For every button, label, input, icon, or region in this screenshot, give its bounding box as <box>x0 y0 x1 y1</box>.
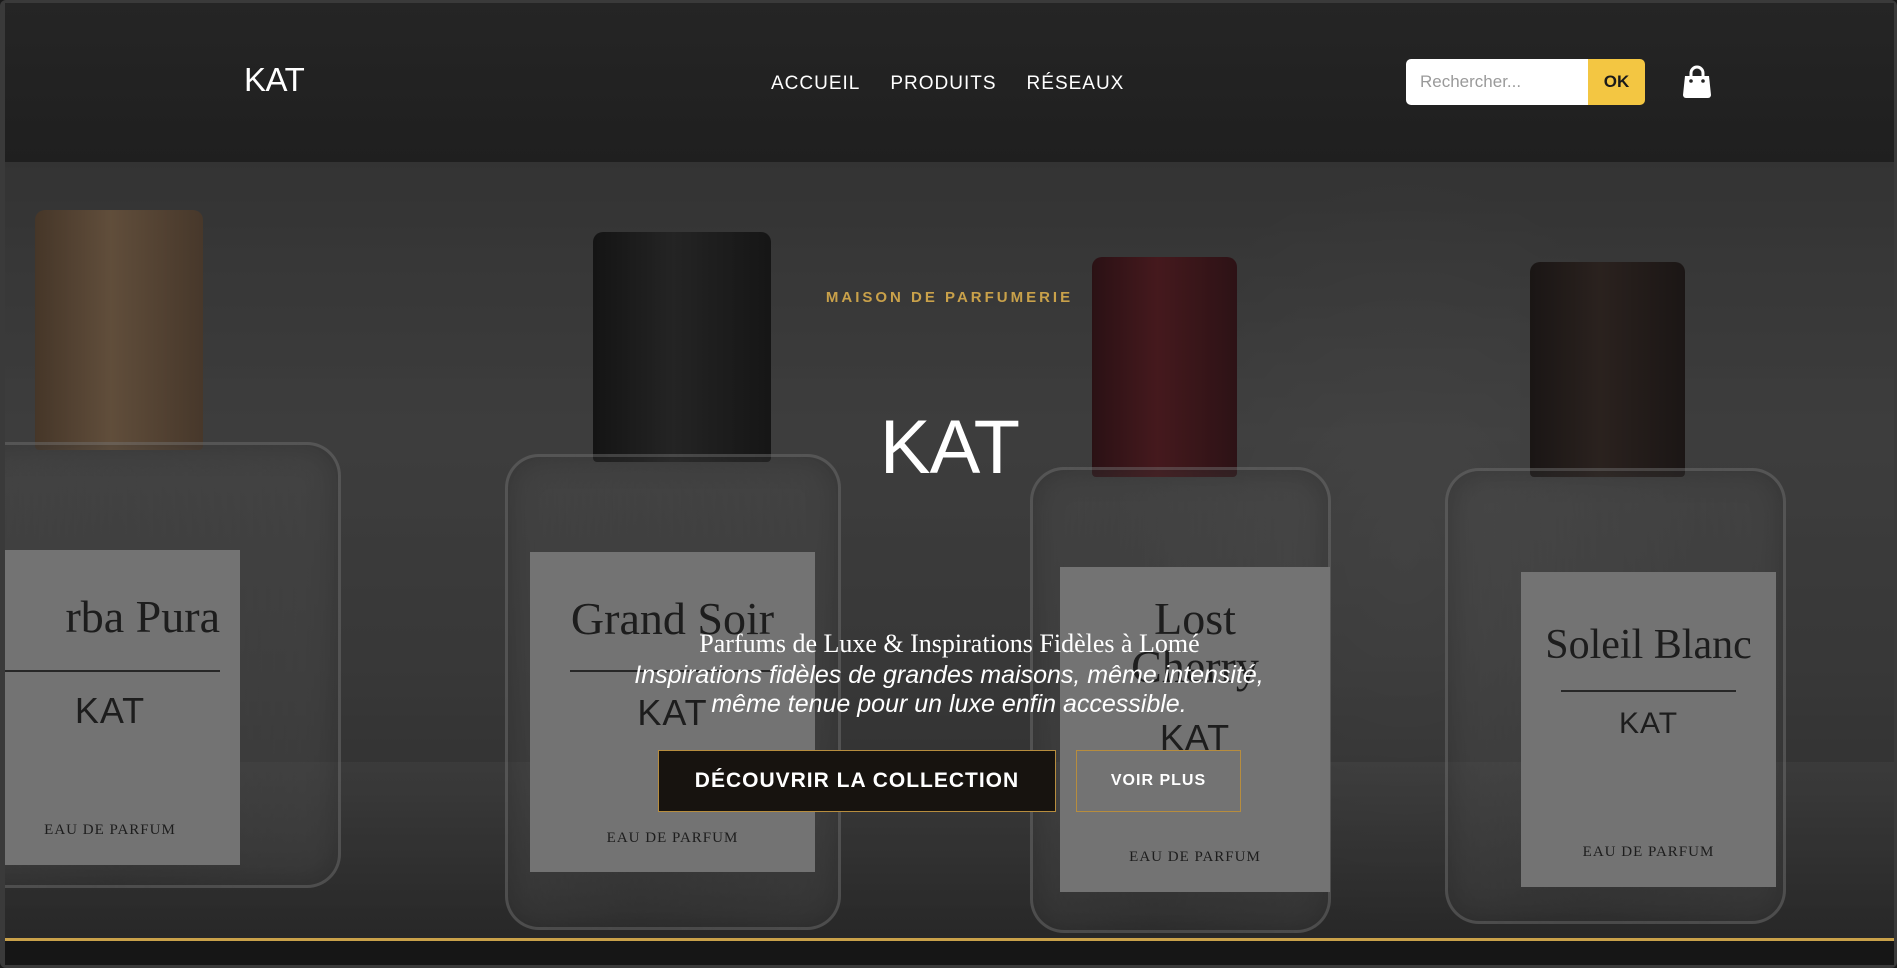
shopping-bag-icon[interactable] <box>1681 65 1713 99</box>
next-section-strip <box>5 941 1894 965</box>
hero-title: KAT <box>879 405 1020 490</box>
hero-dark-overlay <box>5 162 1894 938</box>
search-form: OK <box>1406 59 1645 105</box>
hero-subtext: Inspirations fidèles de grandes maisons,… <box>634 661 1264 718</box>
search-submit-button[interactable]: OK <box>1588 59 1645 105</box>
search-input[interactable] <box>1406 59 1588 105</box>
page: KAT ACCUEIL PRODUITS RÉSEAUX OK rba Pura <box>5 3 1894 965</box>
hero-tagline: Parfums de Luxe & Inspirations Fidèles à… <box>699 629 1200 658</box>
see-more-button[interactable]: VOIR PLUS <box>1076 750 1241 812</box>
browser-frame: KAT ACCUEIL PRODUITS RÉSEAUX OK rba Pura <box>0 0 1897 968</box>
nav-item-produits[interactable]: PRODUITS <box>890 73 996 95</box>
site-header: KAT ACCUEIL PRODUITS RÉSEAUX OK <box>5 3 1894 162</box>
hero-eyebrow: MAISON DE PARFUMERIE <box>825 289 1074 306</box>
nav-item-accueil[interactable]: ACCUEIL <box>771 73 860 95</box>
discover-collection-button[interactable]: DÉCOUVRIR LA COLLECTION <box>658 750 1056 812</box>
hero-section: rba Pura KAT EAU DE PARFUM Grand Soir KA… <box>5 162 1894 938</box>
site-logo[interactable]: KAT <box>244 61 305 99</box>
main-nav: ACCUEIL PRODUITS RÉSEAUX <box>771 73 1124 95</box>
nav-item-reseaux[interactable]: RÉSEAUX <box>1027 73 1125 95</box>
